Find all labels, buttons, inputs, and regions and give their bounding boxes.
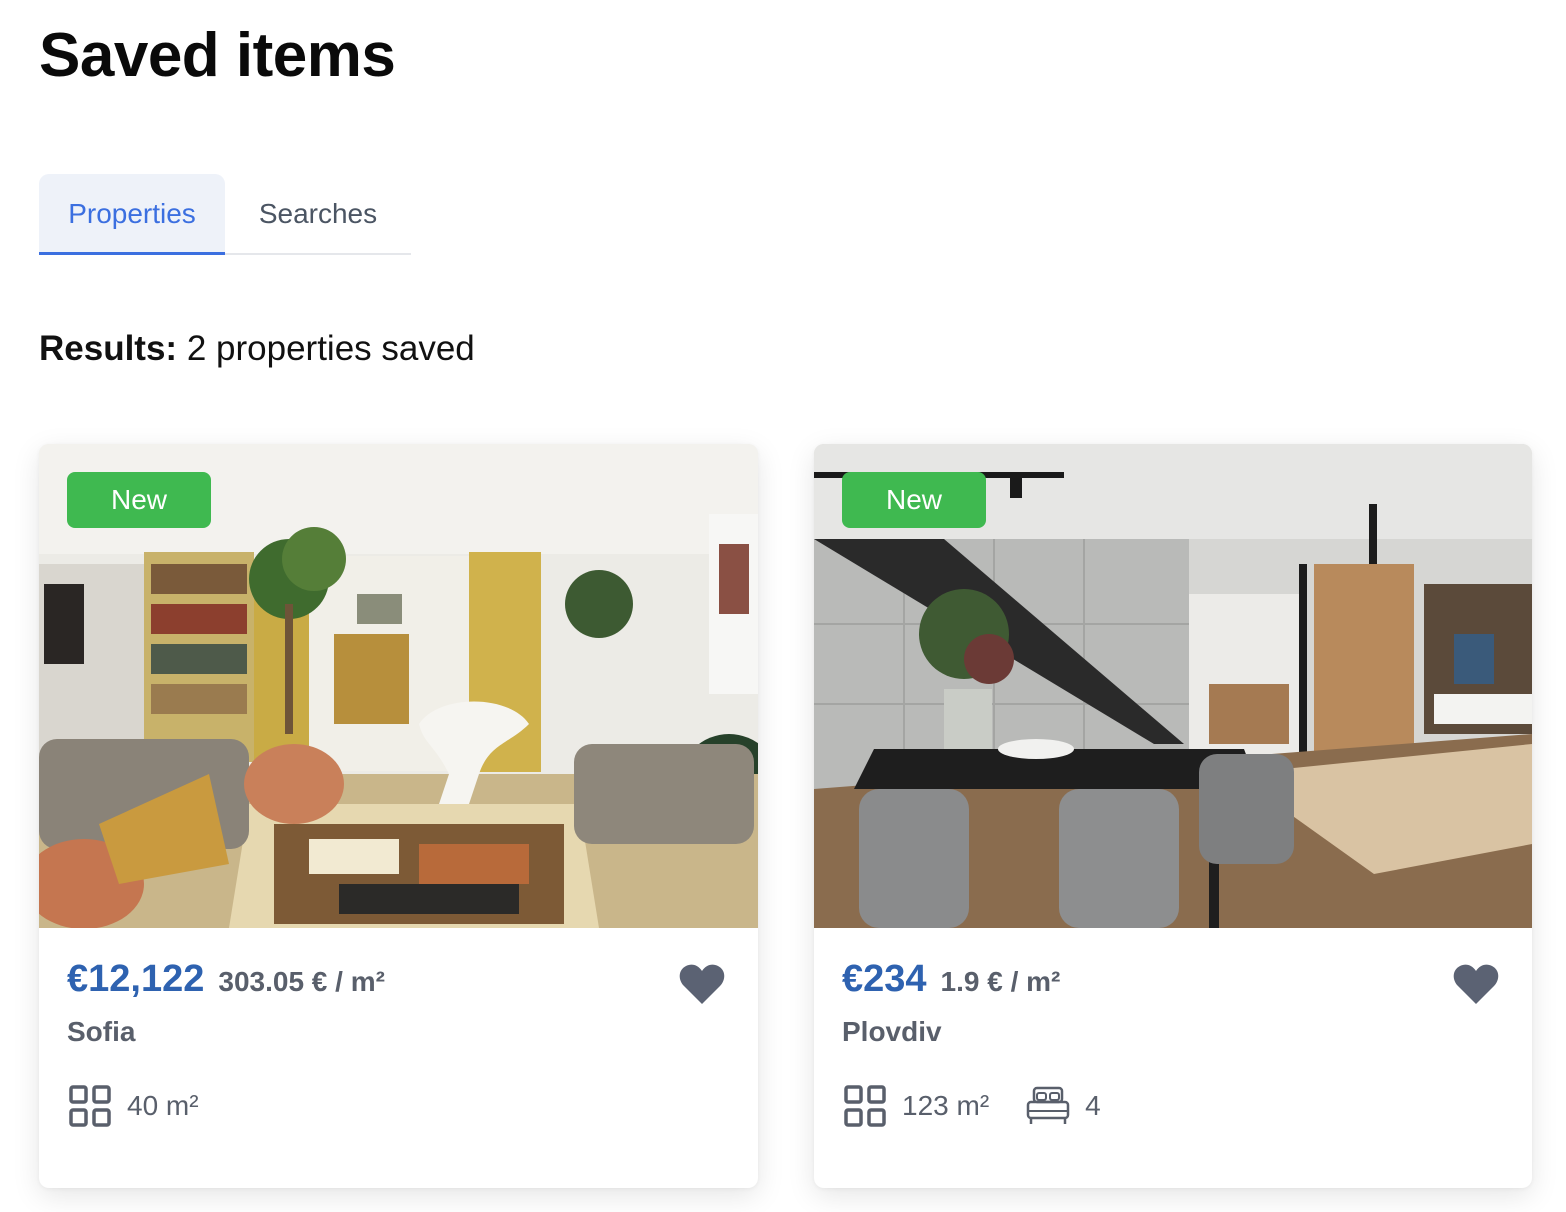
page-title: Saved items	[39, 21, 396, 90]
living-room-photo[interactable]: New	[39, 444, 758, 928]
results-count: 2 properties saved	[186, 329, 475, 368]
features-row: 40 m²	[67, 1084, 199, 1128]
price: €12,122	[67, 958, 205, 1000]
price-per-m2: 303.05 € / m²	[218, 966, 385, 997]
new-badge: New	[67, 472, 211, 528]
tab-properties[interactable]: Properties	[39, 174, 225, 255]
price-row: €234 1.9 € / m²	[842, 958, 1060, 1001]
saved-items-page: Saved items Properties Searches Results:…	[0, 0, 1566, 1212]
tab-bar: Properties Searches	[39, 174, 411, 255]
bedrooms-value: 4	[1085, 1090, 1101, 1121]
dining-room-photo[interactable]: New	[814, 444, 1532, 928]
bed-icon	[1025, 1084, 1071, 1128]
price-per-m2: 1.9 € / m²	[940, 966, 1061, 997]
price-row: €12,122 303.05 € / m²	[67, 958, 385, 1001]
price: €234	[842, 958, 927, 1000]
area-value: 40 m²	[127, 1090, 199, 1121]
grid-icon	[67, 1084, 113, 1128]
grid-icon	[842, 1084, 888, 1128]
area-value: 123 m²	[902, 1090, 990, 1121]
heart-icon[interactable]	[1452, 962, 1500, 1006]
city: Plovdiv	[842, 1016, 942, 1047]
property-card[interactable]: New €234 1.9 € / m² Plovdiv 123 m² 4	[814, 444, 1532, 1188]
tab-searches[interactable]: Searches	[225, 174, 411, 253]
heart-icon[interactable]	[678, 962, 726, 1006]
new-badge: New	[842, 472, 986, 528]
property-card[interactable]: New €12,122 303.05 € / m² Sofia 40 m²	[39, 444, 758, 1188]
results-summary: Results: 2 properties saved	[39, 326, 475, 372]
city: Sofia	[67, 1016, 136, 1047]
features-row: 123 m² 4	[842, 1084, 1101, 1128]
results-label: Results:	[39, 329, 178, 368]
